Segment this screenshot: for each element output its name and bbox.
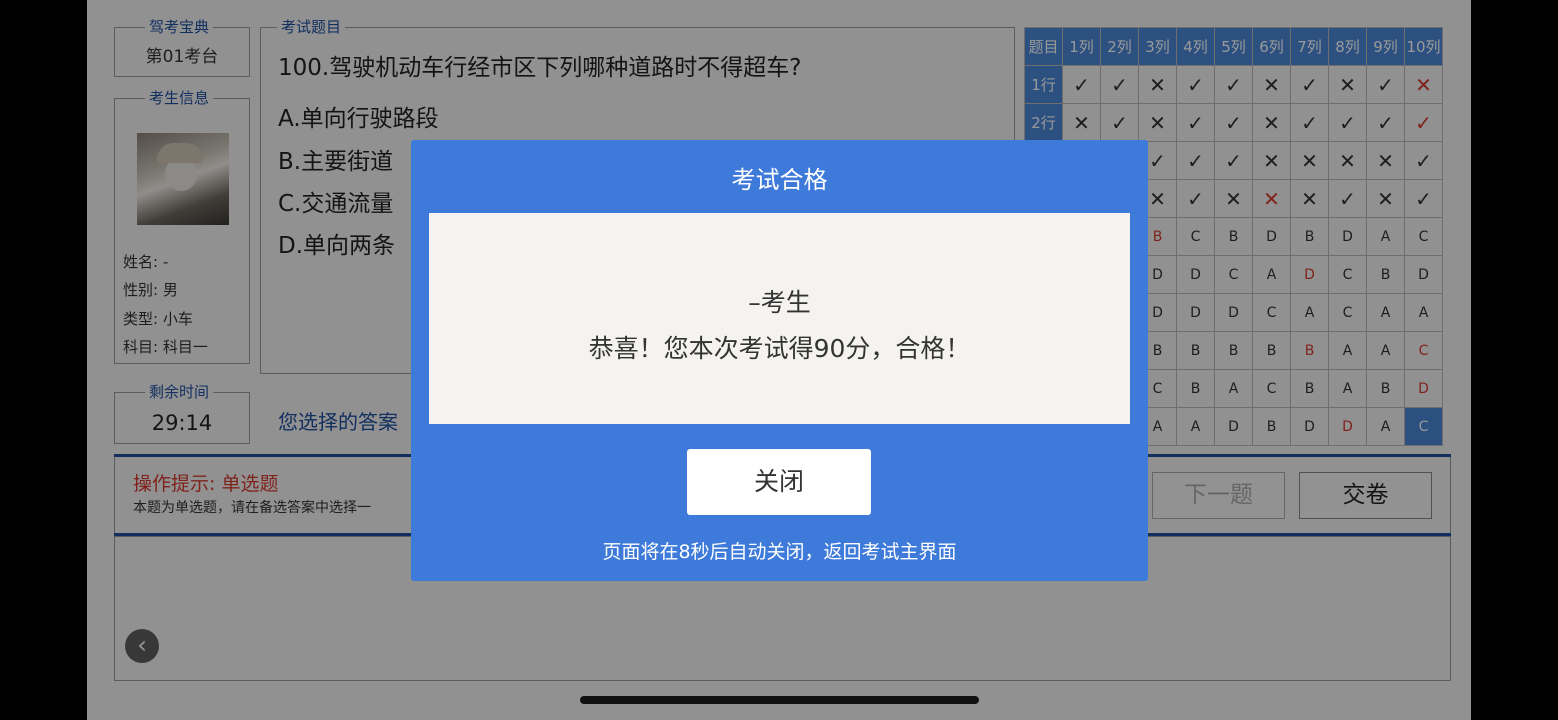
result-message: 恭喜！您本次考试得90分，合格！ — [588, 334, 971, 363]
close-button[interactable]: 关闭 — [687, 449, 871, 515]
result-dialog: 考试合格 –考生 恭喜！您本次考试得90分，合格！ 关闭 页面将在8秒后自动关闭… — [411, 140, 1148, 581]
examinee-line: –考生 — [748, 288, 811, 317]
home-indicator[interactable] — [580, 696, 979, 704]
auto-close-note: 页面将在8秒后自动关闭，返回考试主界面 — [602, 541, 957, 563]
dialog-body: –考生 恭喜！您本次考试得90分，合格！ — [429, 213, 1130, 424]
dialog-title: 考试合格 — [731, 166, 828, 194]
